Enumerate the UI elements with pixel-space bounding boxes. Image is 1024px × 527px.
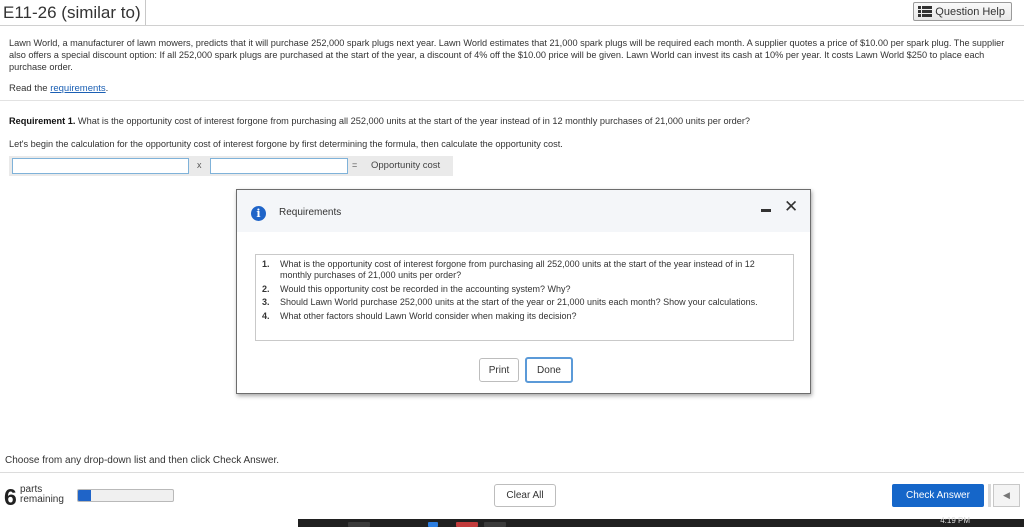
opportunity-cost-label: Opportunity cost (371, 160, 441, 171)
dialog-header: i Requirements ✕ (237, 190, 810, 232)
divider (0, 100, 1024, 101)
times-operator: x (197, 160, 202, 170)
close-button[interactable]: ✕ (784, 198, 798, 216)
taskbar-clock: 4:19 PM (940, 517, 970, 525)
nav-separator (988, 484, 991, 507)
progress-fill (78, 490, 92, 501)
progress-bar (77, 489, 174, 502)
formula-input-1[interactable] (12, 158, 189, 174)
question-help-button[interactable]: Question Help (913, 2, 1012, 21)
footer-divider (0, 472, 1024, 473)
taskbar-app-icon[interactable] (456, 522, 478, 527)
question-help-label: Question Help (935, 5, 1005, 18)
requirement-item: 1. What is the opportunity cost of intere… (262, 259, 785, 281)
read-suffix: . (105, 83, 109, 94)
requirement-number: 2. (262, 283, 270, 294)
requirement-number: 1. (262, 259, 270, 269)
requirement-number: 4. (262, 310, 270, 321)
requirement-item: 4. What other factors should Lawn World c… (262, 311, 785, 322)
info-icon: i (251, 206, 266, 221)
title-bar: E11-26 (similar to) Question Help (0, 0, 1024, 26)
previous-arrow-icon[interactable]: ◀ (993, 484, 1020, 507)
dialog-title: Requirements (279, 207, 342, 218)
requirement-1-question: Requirement 1. What is the opportunity c… (9, 116, 750, 126)
parts-count: 6 (4, 484, 17, 510)
instruction-text: Let's begin the calculation for the oppo… (9, 139, 563, 149)
page-title: E11-26 (similar to) (0, 0, 146, 25)
requirements-link[interactable]: requirements (50, 83, 105, 94)
clear-all-button[interactable]: Clear All (494, 484, 556, 507)
taskbar-app-icon[interactable] (348, 522, 370, 527)
read-requirements-line: Read the requirements. (9, 83, 108, 94)
taskbar: 4:19 PM (298, 517, 1024, 527)
equals-operator: = (352, 160, 358, 170)
requirement-text: What is the opportunity cost of interest… (280, 259, 755, 280)
check-answer-button[interactable]: Check Answer (892, 484, 984, 507)
instruction-footer: Choose from any drop-down list and then … (5, 455, 280, 466)
print-button[interactable]: Print (479, 358, 519, 382)
requirement-text: Should Lawn World purchase 252,000 units… (280, 297, 758, 308)
parts-line-2: remaining (20, 494, 64, 505)
requirements-dialog: i Requirements ✕ 1. What is the opportuni… (236, 189, 811, 394)
done-button[interactable]: Done (525, 357, 573, 383)
formula-input-2[interactable] (210, 158, 348, 174)
minimize-button[interactable] (759, 202, 773, 216)
requirements-list: 1. What is the opportunity cost of intere… (255, 254, 794, 341)
page: E11-26 (similar to) Question Help Lawn W… (0, 0, 1024, 527)
requirement-item: 2. Would this opportunity cost be recorde… (262, 284, 785, 295)
requirement-text: Would this opportunity cost be recorded … (280, 283, 571, 294)
taskbar-app-icon[interactable] (428, 522, 438, 527)
problem-statement: Lawn World, a manufacturer of lawn mower… (9, 38, 1005, 72)
read-prefix: Read the (9, 83, 51, 94)
list-icon (918, 6, 933, 17)
parts-remaining-label: parts remaining (20, 485, 64, 505)
formula-row: x = Opportunity cost (9, 156, 453, 176)
requirement-item: 3. Should Lawn World purchase 252,000 uni… (262, 297, 785, 308)
requirement-1-label: Requirement 1. (9, 116, 76, 126)
requirement-text: What other factors should Lawn World con… (280, 310, 577, 321)
requirement-number: 3. (262, 297, 270, 308)
taskbar-app-icon[interactable] (484, 522, 506, 527)
requirement-1-text: What is the opportunity cost of interest… (75, 116, 751, 126)
